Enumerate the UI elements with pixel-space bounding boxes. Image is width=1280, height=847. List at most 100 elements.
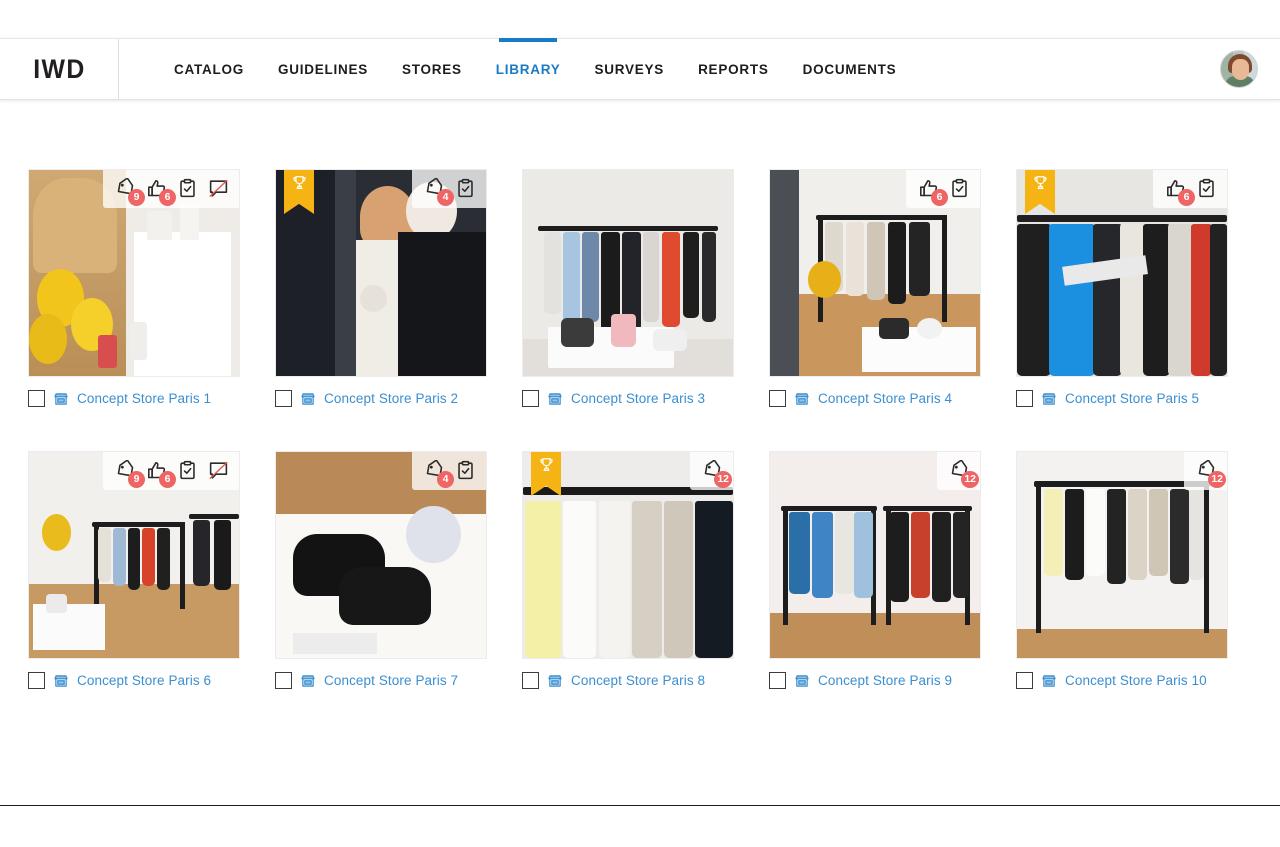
count-badge: 6 <box>1178 189 1195 206</box>
avatar[interactable] <box>1220 50 1258 88</box>
clipboard-check-icon[interactable] <box>1196 178 1217 199</box>
card-select-checkbox[interactable] <box>28 672 45 689</box>
card-select-checkbox[interactable] <box>1016 672 1033 689</box>
clipboard-check-icon[interactable] <box>949 178 970 199</box>
logo-text: IWD <box>32 53 86 84</box>
card-title-link[interactable]: Concept Store Paris 2 <box>324 391 458 406</box>
app-logo[interactable]: IWD <box>0 39 119 99</box>
card-caption: Concept Store Paris 9 <box>769 672 981 689</box>
library-grid: 9 6 Concept Store Paris 1 4 Concept Store Pa… <box>28 169 1252 689</box>
card-thumbnail[interactable]: 96 <box>28 169 240 377</box>
nav-item-documents[interactable]: DOCUMENTS <box>786 39 914 99</box>
footer-divider <box>0 805 1280 806</box>
store-icon <box>547 391 563 407</box>
card-title-link[interactable]: Concept Store Paris 10 <box>1065 673 1207 688</box>
card-thumbnail[interactable]: 12 <box>522 451 734 659</box>
user-menu[interactable] <box>1220 39 1280 99</box>
card-title-link[interactable]: Concept Store Paris 4 <box>818 391 952 406</box>
trophy-icon <box>1032 174 1049 192</box>
card-caption: Concept Store Paris 10 <box>1016 672 1228 689</box>
thumbs-up-icon[interactable]: 6 <box>918 178 948 206</box>
store-icon <box>794 673 810 689</box>
card-select-checkbox[interactable] <box>1016 390 1033 407</box>
comment-disabled-icon[interactable] <box>208 460 229 481</box>
store-icon <box>53 673 69 689</box>
card-icon-bar: 12 <box>1184 452 1227 490</box>
trophy-icon <box>538 456 555 474</box>
count-badge: 6 <box>931 189 948 206</box>
count-badge: 12 <box>714 471 732 488</box>
store-icon <box>794 391 810 407</box>
card-thumbnail[interactable] <box>522 169 734 377</box>
card-icon-bar: 96 <box>103 452 239 490</box>
card-thumbnail[interactable]: 4 <box>275 451 487 659</box>
card-title-link[interactable]: Concept Store Paris 6 <box>77 673 211 688</box>
card-title-link[interactable]: Concept Store Paris 8 <box>571 673 705 688</box>
card-icon-bar: 6 <box>906 170 980 208</box>
library-card: 12 Concept Store Paris 10 <box>1016 451 1228 689</box>
thumbnail-image <box>523 170 733 376</box>
card-select-checkbox[interactable] <box>522 672 539 689</box>
main-nav: CATALOG GUIDELINES STORES LIBRARY SURVEYS REP… <box>119 39 1220 99</box>
tag-icon[interactable]: 9 <box>115 460 145 488</box>
card-select-checkbox[interactable] <box>769 390 786 407</box>
thumbs-up-icon[interactable]: 6 <box>1165 178 1195 206</box>
store-icon <box>1041 391 1057 407</box>
card-caption: Concept Store Paris 4 <box>769 390 981 407</box>
nav-item-stores[interactable]: STORES <box>385 39 479 99</box>
count-badge: 4 <box>437 189 454 206</box>
store-icon <box>300 673 316 689</box>
clipboard-check-icon[interactable] <box>455 178 476 199</box>
card-caption: Concept Store Paris 1 <box>28 390 240 407</box>
nav-item-guidelines[interactable]: GUIDELINES <box>261 39 385 99</box>
clipboard-check-icon[interactable] <box>177 460 198 481</box>
comment-disabled-icon[interactable] <box>208 178 229 199</box>
count-badge: 6 <box>159 189 176 206</box>
tag-icon[interactable]: 12 <box>949 460 979 488</box>
thumbs-up-icon[interactable]: 6 <box>146 178 176 206</box>
library-card: 6 Concept Store Paris 5 <box>1016 169 1228 407</box>
card-title-link[interactable]: Concept Store Paris 9 <box>818 673 952 688</box>
tag-icon[interactable]: 4 <box>424 460 454 488</box>
library-content: 9 6 Concept Store Paris 1 4 Concept Store Pa… <box>0 100 1280 805</box>
tag-icon[interactable]: 9 <box>115 178 145 206</box>
card-select-checkbox[interactable] <box>28 390 45 407</box>
tag-icon[interactable]: 4 <box>424 178 454 206</box>
card-select-checkbox[interactable] <box>275 672 292 689</box>
card-icon-bar: 4 <box>412 452 486 490</box>
tag-icon[interactable]: 12 <box>1196 460 1226 488</box>
card-caption: Concept Store Paris 2 <box>275 390 487 407</box>
store-icon <box>53 391 69 407</box>
card-thumbnail[interactable]: 6 <box>769 169 981 377</box>
nav-item-surveys[interactable]: SURVEYS <box>578 39 682 99</box>
card-thumbnail[interactable]: 6 <box>1016 169 1228 377</box>
nav-item-reports[interactable]: REPORTS <box>681 39 786 99</box>
count-badge: 12 <box>961 471 979 488</box>
card-thumbnail[interactable]: 12 <box>769 451 981 659</box>
card-thumbnail[interactable]: 12 <box>1016 451 1228 659</box>
card-caption: Concept Store Paris 8 <box>522 672 734 689</box>
card-select-checkbox[interactable] <box>275 390 292 407</box>
clipboard-check-icon[interactable] <box>177 178 198 199</box>
nav-item-catalog[interactable]: CATALOG <box>157 39 261 99</box>
clipboard-check-icon[interactable] <box>455 460 476 481</box>
card-thumbnail[interactable]: 4 <box>275 169 487 377</box>
tag-icon[interactable]: 12 <box>702 460 732 488</box>
nav-item-library[interactable]: LIBRARY <box>479 39 578 99</box>
thumbs-up-icon[interactable]: 6 <box>146 460 176 488</box>
library-card: Concept Store Paris 3 <box>522 169 734 407</box>
store-icon <box>547 673 563 689</box>
card-title-link[interactable]: Concept Store Paris 5 <box>1065 391 1199 406</box>
card-icon-bar: 12 <box>937 452 980 490</box>
card-title-link[interactable]: Concept Store Paris 1 <box>77 391 211 406</box>
card-title-link[interactable]: Concept Store Paris 7 <box>324 673 458 688</box>
card-thumbnail[interactable]: 96 <box>28 451 240 659</box>
card-select-checkbox[interactable] <box>522 390 539 407</box>
library-card: 4 Concept Store Paris 2 <box>275 169 487 407</box>
count-badge: 12 <box>1208 471 1226 488</box>
library-card: 4 Concept Store Paris 7 <box>275 451 487 689</box>
card-caption: Concept Store Paris 6 <box>28 672 240 689</box>
card-select-checkbox[interactable] <box>769 672 786 689</box>
card-title-link[interactable]: Concept Store Paris 3 <box>571 391 705 406</box>
count-badge: 6 <box>159 471 176 488</box>
